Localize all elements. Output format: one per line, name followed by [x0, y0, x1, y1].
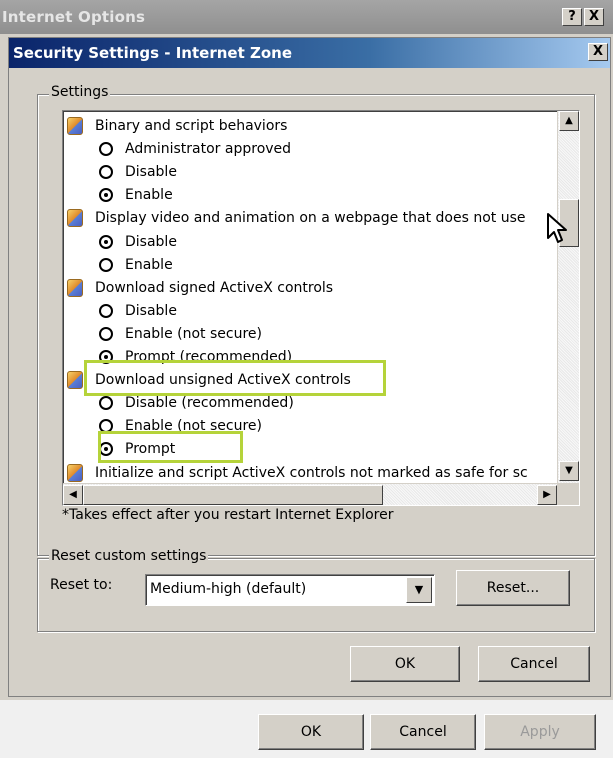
settings-category[interactable]: Download unsigned ActiveX controls [67, 369, 351, 391]
radio-unselected-icon[interactable] [99, 303, 113, 318]
settings-category[interactable]: Initialize and script ActiveX controls n… [67, 462, 528, 484]
scroll-down-icon[interactable]: ▼ [559, 461, 579, 481]
setting-label: Administrator approved [125, 141, 292, 158]
reset-to-label: Reset to: [50, 577, 113, 593]
settings-radio-option[interactable]: Disable (recommended) [99, 392, 294, 414]
chevron-down-icon[interactable]: ▼ [406, 577, 432, 603]
settings-group-label: Settings [49, 84, 111, 100]
outer-cancel-button[interactable]: Cancel [370, 714, 476, 750]
help-icon[interactable]: ? [562, 8, 582, 26]
dialog-title-bar: Security Settings - Internet Zone X [9, 38, 610, 68]
settings-radio-option[interactable]: Enable [99, 184, 173, 206]
setting-label: Prompt [125, 441, 176, 458]
reset-button[interactable]: Reset... [456, 570, 570, 606]
reset-group-label: Reset custom settings [49, 548, 209, 564]
settings-category[interactable]: Download signed ActiveX controls [67, 277, 334, 299]
reset-level-select[interactable]: Medium-high (default) ▼ [145, 574, 435, 606]
dialog-cancel-button[interactable]: Cancel [478, 646, 590, 682]
security-setting-icon [67, 209, 83, 228]
scroll-left-icon[interactable]: ◀ [63, 485, 83, 505]
settings-tree[interactable]: Binary and script behaviors Administrator… [62, 110, 580, 506]
scroll-right-icon[interactable]: ▶ [537, 485, 557, 505]
settings-radio-option[interactable]: Enable (not secure) [99, 415, 262, 437]
radio-selected-icon[interactable] [99, 234, 113, 249]
radio-selected-icon[interactable] [99, 350, 113, 364]
radio-unselected-icon[interactable] [99, 396, 113, 411]
settings-category[interactable]: Binary and script behaviors [67, 115, 288, 137]
security-setting-icon [67, 463, 83, 482]
scrollbar-corner [557, 483, 579, 505]
setting-label: Enable [125, 256, 173, 273]
outer-ok-button[interactable]: OK [258, 714, 364, 750]
radio-unselected-icon[interactable] [99, 142, 113, 157]
setting-label: Binary and script behaviors [95, 118, 288, 134]
setting-label: Enable [125, 187, 173, 204]
scroll-up-icon[interactable]: ▲ [559, 111, 579, 131]
settings-radio-option[interactable]: Prompt (recommended) [99, 346, 293, 368]
mouse-pointer-icon [547, 213, 567, 243]
outer-title-bar: Internet Options ? X [0, 0, 613, 34]
radio-unselected-icon[interactable] [99, 257, 113, 272]
setting-label: Disable (recommended) [125, 395, 294, 412]
setting-label: Disable [125, 164, 177, 181]
vertical-scrollbar[interactable]: ▲ ▼ [557, 111, 579, 483]
setting-label: Display video and animation on a webpage… [95, 210, 526, 227]
settings-radio-option[interactable]: Disable [99, 300, 177, 322]
security-setting-icon [67, 278, 83, 297]
outer-close-button[interactable]: X [584, 8, 604, 26]
setting-label: Enable (not secure) [125, 325, 262, 342]
settings-radio-option[interactable]: Disable [99, 231, 177, 253]
outer-apply-button[interactable]: Apply [484, 714, 596, 750]
setting-label: Disable [125, 233, 177, 250]
restart-footnote: *Takes effect after you restart Internet… [62, 507, 394, 523]
outer-button-bar: OK Cancel Apply [0, 700, 613, 758]
setting-label: Download signed ActiveX controls [95, 279, 334, 296]
security-setting-icon [67, 371, 83, 390]
setting-label: Enable (not secure) [125, 418, 262, 435]
setting-label: Download unsigned ActiveX controls [95, 372, 351, 389]
settings-radio-option[interactable]: Enable [99, 254, 173, 276]
settings-radio-option[interactable]: Disable [99, 161, 177, 183]
settings-radio-option[interactable]: Administrator approved [99, 138, 292, 160]
setting-label: Disable [125, 302, 177, 319]
dialog-close-button[interactable]: X [588, 43, 608, 61]
radio-unselected-icon[interactable] [99, 165, 113, 180]
setting-label: Prompt (recommended) [125, 349, 293, 365]
dialog-title: Security Settings - Internet Zone [13, 44, 293, 62]
security-setting-icon [67, 117, 83, 135]
dialog-ok-button[interactable]: OK [350, 646, 460, 682]
reset-level-value: Medium-high (default) [150, 581, 307, 597]
radio-selected-icon[interactable] [99, 188, 113, 203]
radio-unselected-icon[interactable] [99, 419, 113, 434]
outer-window-title: Internet Options [2, 8, 146, 26]
settings-category[interactable]: Display video and animation on a webpage… [67, 207, 526, 229]
settings-radio-option[interactable]: Prompt [99, 438, 176, 460]
horizontal-scroll-thumb[interactable] [83, 485, 383, 505]
setting-label: Initialize and script ActiveX controls n… [95, 464, 528, 481]
settings-radio-option[interactable]: Enable (not secure) [99, 323, 262, 345]
horizontal-scrollbar[interactable]: ◀ ▶ [63, 483, 557, 505]
radio-selected-icon[interactable] [99, 442, 113, 457]
radio-unselected-icon[interactable] [99, 326, 113, 341]
